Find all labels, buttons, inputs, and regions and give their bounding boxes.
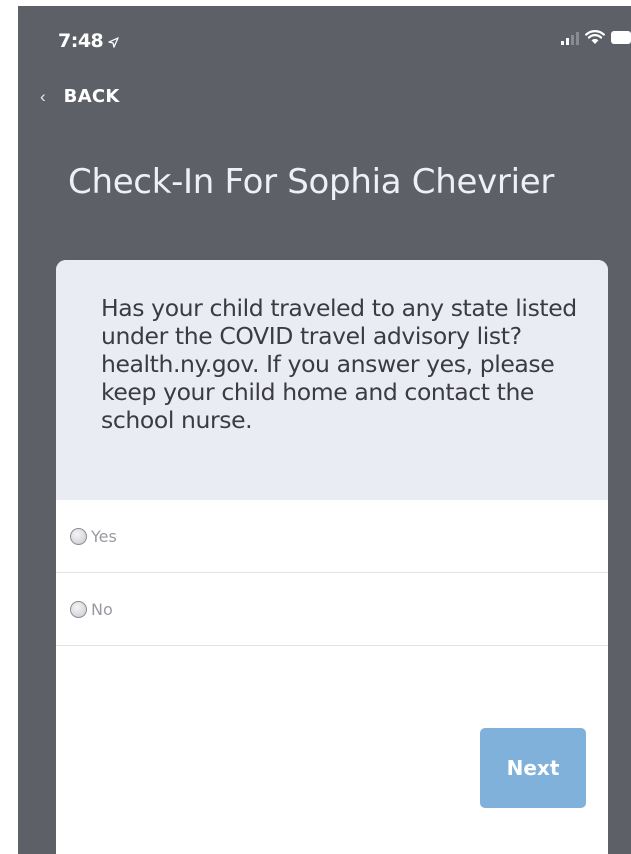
question-card: Has your child traveled to any state lis… (56, 260, 608, 854)
question-text: Has your child traveled to any state lis… (101, 294, 577, 434)
question-block: Has your child traveled to any state lis… (56, 260, 608, 500)
option-no-label: No (91, 599, 113, 619)
battery-icon (611, 31, 631, 49)
page-title: Check-In For Sophia Chevrier (68, 162, 555, 202)
radio-button-icon[interactable] (70, 600, 87, 618)
back-label: BACK (63, 86, 120, 107)
radio-button-icon[interactable] (70, 527, 87, 545)
status-icons (561, 30, 631, 50)
option-yes[interactable]: Yes (56, 500, 608, 573)
cellular-signal-icon (561, 31, 579, 50)
chevron-left-icon: ‹ (40, 86, 46, 106)
location-arrow-icon (108, 31, 119, 53)
app-screen: 7:48 ‹ BACK Check-In For Sophia Chevrier… (18, 6, 631, 854)
next-button[interactable]: Next (480, 728, 586, 808)
status-time-text: 7:48 (58, 30, 104, 52)
option-yes-label: Yes (91, 526, 117, 546)
status-time: 7:48 (58, 30, 119, 53)
wifi-icon (585, 30, 605, 50)
back-button[interactable]: ‹ BACK (40, 86, 120, 107)
status-bar: 7:48 (18, 6, 631, 66)
option-no[interactable]: No (56, 573, 608, 646)
